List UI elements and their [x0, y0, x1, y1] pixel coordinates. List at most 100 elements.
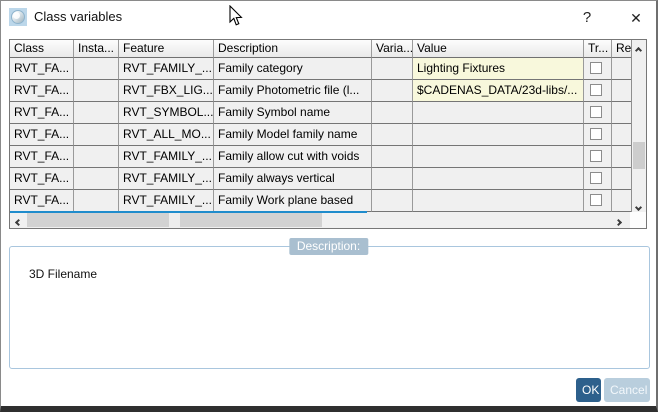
column-header-value[interactable]: Value	[413, 40, 584, 58]
cell-value[interactable]: $CADENAS_DATA/23d-libs/...	[413, 80, 584, 102]
cell-description[interactable]: Family always vertical	[214, 168, 372, 190]
row-focus-line	[10, 211, 367, 213]
horizontal-scrollbar[interactable]	[10, 212, 630, 228]
horizontal-scrollbar-thumb[interactable]	[27, 213, 322, 227]
cell-instance[interactable]	[74, 80, 119, 102]
cell-transfer	[584, 58, 612, 80]
cell-transfer	[584, 102, 612, 124]
table-rows: RVT_FA... RVT_FAMILY_... Family category…	[10, 58, 646, 212]
transfer-checkbox[interactable]	[590, 106, 602, 118]
cell-instance[interactable]	[74, 146, 119, 168]
column-header-feature[interactable]: Feature	[119, 40, 214, 58]
cell-variable[interactable]	[372, 58, 413, 80]
vertical-scrollbar[interactable]	[631, 40, 646, 212]
cell-ref[interactable]	[612, 102, 631, 124]
table-row[interactable]: RVT_FA... RVT_FBX_LIG... Family Photomet…	[10, 80, 646, 102]
transfer-checkbox[interactable]	[590, 194, 602, 206]
cell-class[interactable]: RVT_FA...	[10, 168, 74, 190]
transfer-checkbox[interactable]	[590, 128, 602, 140]
cell-value[interactable]	[413, 124, 584, 146]
column-header-description[interactable]: Description	[214, 40, 372, 58]
description-panel-label: Description:	[289, 238, 368, 255]
description-text: 3D Filename	[29, 267, 97, 281]
cell-variable[interactable]	[372, 124, 413, 146]
cell-class[interactable]: RVT_FA...	[10, 58, 74, 80]
cell-ref[interactable]	[612, 168, 631, 190]
cell-ref[interactable]	[612, 146, 631, 168]
cell-transfer	[584, 168, 612, 190]
cell-class[interactable]: RVT_FA...	[10, 124, 74, 146]
scrollbar-corner	[630, 212, 646, 228]
cell-instance[interactable]	[74, 102, 119, 124]
cell-description[interactable]: Family Work plane based	[214, 190, 372, 212]
vertical-scrollbar-thumb[interactable]	[633, 142, 645, 169]
help-button[interactable]: ?	[576, 6, 598, 28]
cell-instance[interactable]	[74, 58, 119, 80]
transfer-checkbox[interactable]	[590, 150, 602, 162]
cell-variable[interactable]	[372, 102, 413, 124]
cell-ref[interactable]	[612, 80, 631, 102]
table-row[interactable]: RVT_FA... RVT_SYMBOL... Family Symbol na…	[10, 102, 646, 124]
cell-feature[interactable]: RVT_FBX_LIG...	[119, 80, 214, 102]
cell-feature[interactable]: RVT_ALL_MO...	[119, 124, 214, 146]
cell-ref[interactable]	[612, 124, 631, 146]
cell-feature[interactable]: RVT_FAMILY_...	[119, 58, 214, 80]
cell-transfer	[584, 190, 612, 212]
column-header-class[interactable]: Class	[10, 40, 74, 58]
cell-value[interactable]	[413, 146, 584, 168]
cell-ref[interactable]	[612, 190, 631, 212]
cell-description[interactable]: Family Symbol name	[214, 102, 372, 124]
table-row[interactable]: RVT_FA... RVT_FAMILY_... Family always v…	[10, 168, 646, 190]
scroll-left-icon[interactable]	[10, 212, 27, 228]
table-row[interactable]: RVT_FA... RVT_ALL_MO... Family Model fam…	[10, 124, 646, 146]
transfer-checkbox[interactable]	[590, 172, 602, 184]
table-row[interactable]: RVT_FA... RVT_FAMILY_... Family allow cu…	[10, 146, 646, 168]
cell-value[interactable]	[413, 190, 584, 212]
cancel-button[interactable]: Cancel	[604, 378, 650, 402]
table-header: Class Insta... Feature Description Varia…	[10, 40, 646, 58]
column-header-variable[interactable]: Varia...	[372, 40, 413, 58]
cell-description[interactable]: Family Model family name	[214, 124, 372, 146]
scroll-right-icon[interactable]	[613, 212, 630, 228]
scroll-down-icon[interactable]	[632, 197, 646, 212]
transfer-checkbox[interactable]	[590, 84, 602, 96]
transfer-checkbox[interactable]	[590, 62, 602, 74]
cell-class[interactable]: RVT_FA...	[10, 80, 74, 102]
cell-variable[interactable]	[372, 190, 413, 212]
cell-instance[interactable]	[74, 124, 119, 146]
titlebar[interactable]: Class variables ? ✕	[1, 1, 656, 33]
cell-instance[interactable]	[74, 190, 119, 212]
cell-feature[interactable]: RVT_SYMBOL...	[119, 102, 214, 124]
scroll-up-icon[interactable]	[632, 40, 646, 55]
cell-ref[interactable]	[612, 58, 631, 80]
cell-class[interactable]: RVT_FA...	[10, 146, 74, 168]
table-row[interactable]: RVT_FA... RVT_FAMILY_... Family category…	[10, 58, 646, 80]
cell-feature[interactable]: RVT_FAMILY_...	[119, 146, 214, 168]
cell-description[interactable]: Family category	[214, 58, 372, 80]
column-header-instance[interactable]: Insta...	[74, 40, 119, 58]
cell-variable[interactable]	[372, 168, 413, 190]
ok-button[interactable]: OK	[576, 378, 601, 402]
window-title: Class variables	[34, 9, 122, 24]
cell-instance[interactable]	[74, 168, 119, 190]
cell-description[interactable]: Family allow cut with voids	[214, 146, 372, 168]
cell-transfer	[584, 80, 612, 102]
cell-feature[interactable]: RVT_FAMILY_...	[119, 190, 214, 212]
cell-value[interactable]	[413, 168, 584, 190]
column-header-ref[interactable]: Ref	[612, 40, 631, 58]
cell-value[interactable]	[413, 102, 584, 124]
cell-feature[interactable]: RVT_FAMILY_...	[119, 168, 214, 190]
cell-description[interactable]: Family Photometric file (l...	[214, 80, 372, 102]
cell-value[interactable]: Lighting Fixtures	[413, 58, 584, 80]
cell-transfer	[584, 146, 612, 168]
cell-class[interactable]: RVT_FA...	[10, 190, 74, 212]
app-icon	[9, 8, 27, 26]
table-row[interactable]: RVT_FA... RVT_FAMILY_... Family Work pla…	[10, 190, 646, 212]
cell-variable[interactable]	[372, 146, 413, 168]
column-header-transfer[interactable]: Tr...	[584, 40, 612, 58]
class-variables-dialog: Class variables ? ✕ Class Insta... Featu…	[0, 0, 658, 412]
close-button[interactable]: ✕	[623, 6, 649, 28]
description-panel	[9, 246, 650, 369]
cell-class[interactable]: RVT_FA...	[10, 102, 74, 124]
cell-variable[interactable]	[372, 80, 413, 102]
